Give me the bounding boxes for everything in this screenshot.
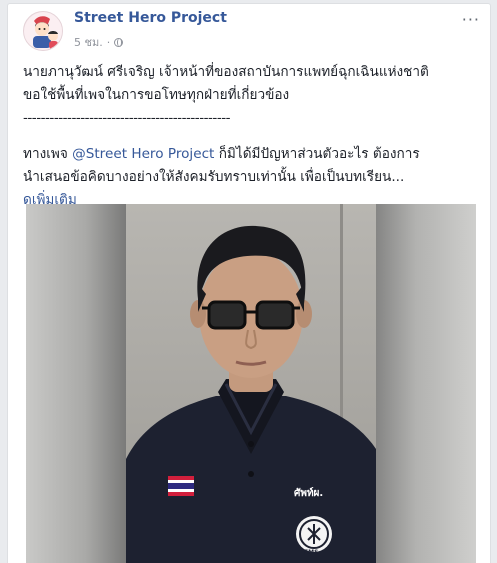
post-meta: 5 ชม. ·: [74, 33, 124, 51]
line-prefix: ทางเพจ: [23, 146, 73, 162]
page-mention-link[interactable]: @Street Hero Project: [72, 146, 214, 162]
globe-icon[interactable]: [114, 37, 124, 47]
meta-separator: ·: [106, 35, 111, 49]
thai-flag-icon: [168, 476, 194, 496]
post-body: นายภานุวัฒน์ ศรีเจริญ เจ้าหน้าที่ของสถาบ…: [23, 61, 478, 212]
shirt-label: ศัพท์ผ.: [294, 488, 324, 499]
post-line: นำเสนอข้อคิดบางอย่างให้สังคมรับทราบเท่าน…: [23, 169, 405, 185]
video-blur-right: [376, 204, 476, 563]
line-suffix: ก็มิได้มีปัญหาส่วนตัวอะไร ต้องการ: [214, 146, 420, 162]
post-line: ทางเพจ @Street Hero Project ก็มิได้มีปัญ…: [23, 143, 478, 166]
video-blur-left: [26, 204, 126, 563]
page-name-link[interactable]: Street Hero Project: [74, 10, 227, 26]
video-frame: ศัพท์ผ. EMS: [126, 204, 376, 563]
post-timestamp[interactable]: 5 ชม.: [74, 33, 103, 51]
shirt-emblem-text: EMS: [304, 549, 319, 556]
more-options-icon[interactable]: ···: [462, 10, 480, 29]
video-player[interactable]: ศัพท์ผ. EMS: [26, 204, 476, 563]
post-line: ขอใช้พื้นที่เพจในการขอโทษทุกฝ่ายที่เกี่ย…: [23, 87, 290, 103]
post-line: นายภานุวัฒน์ ศรีเจริญ เจ้าหน้าที่ของสถาบ…: [23, 64, 429, 80]
person-figure: [126, 225, 376, 563]
page-avatar[interactable]: [23, 11, 63, 51]
avatar-cartoon-icon: [24, 12, 62, 50]
post-divider: ----------------------------------------…: [23, 110, 231, 126]
post-card: Street Hero Project 5 ชม. · ··· นายภานุว…: [7, 3, 491, 563]
